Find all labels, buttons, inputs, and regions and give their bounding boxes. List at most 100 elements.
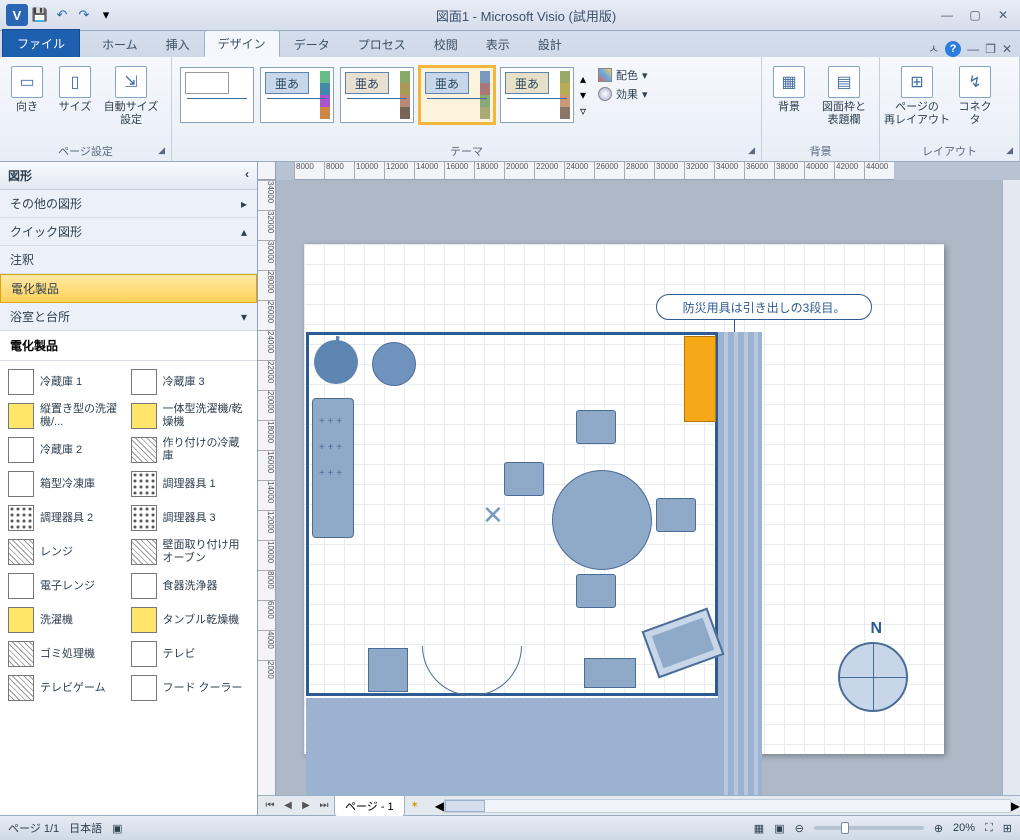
shape-item[interactable]: 電子レンジ [6, 569, 129, 603]
minimize-button[interactable]: — [938, 6, 956, 24]
zoom-out-button[interactable]: ⊖ [795, 822, 804, 835]
shape-item[interactable]: テレビ [129, 637, 252, 671]
theme-swatch-3[interactable]: 亜あ [340, 67, 414, 123]
sheet-tab[interactable]: ページ - 1 [334, 795, 405, 816]
tab-design[interactable]: デザイン [204, 30, 280, 57]
shape-item[interactable]: 洗濯機 [6, 603, 129, 637]
sheet-add[interactable]: ✶ [407, 798, 423, 814]
shape-item[interactable]: 冷蔵庫 2 [6, 433, 129, 467]
autosize-button[interactable]: ⇲自動サイズ 設定 [100, 63, 162, 129]
doc-close-icon[interactable]: ✕ [1002, 42, 1012, 56]
colors-button[interactable]: 配色▾ [598, 67, 648, 83]
chair-left[interactable] [504, 462, 544, 496]
themes-launcher[interactable]: ◢ [748, 145, 755, 156]
view-normal-icon[interactable]: ▦ [754, 822, 764, 835]
shape-item[interactable]: フード クーラー [129, 671, 252, 705]
doc-minimize-icon[interactable]: — [967, 42, 979, 56]
cabinet-highlighted[interactable] [684, 336, 716, 422]
shapes-pane-collapse[interactable]: ‹ [245, 167, 249, 184]
shape-item[interactable]: レンジ [6, 535, 129, 569]
shape-item[interactable]: テレビゲーム [6, 671, 129, 705]
sofa-shape[interactable] [312, 398, 354, 538]
orientation-button[interactable]: ▭向き [4, 63, 50, 117]
maximize-button[interactable]: ▢ [966, 6, 984, 24]
striped-wall[interactable] [718, 332, 762, 795]
furniture-1[interactable] [368, 648, 408, 692]
sheet-nav-prev[interactable]: ◀ [280, 798, 296, 814]
zoom-slider[interactable] [814, 826, 924, 830]
theme-swatch-selected[interactable]: 亜あ [420, 67, 494, 123]
background-button[interactable]: ▦背景 [766, 63, 812, 117]
tab-plan[interactable]: 設計 [524, 31, 576, 57]
ribbon-minimize-icon[interactable]: ㅅ [928, 40, 939, 57]
porch-area[interactable] [306, 698, 718, 795]
sheet-nav-last[interactable]: ⏭ [316, 798, 332, 814]
shape-item[interactable]: 箱型冷凍庫 [6, 467, 129, 501]
round-table-large[interactable] [552, 470, 652, 570]
section-other-shapes[interactable]: その他の図形▸ [0, 190, 257, 218]
shape-item[interactable]: 食器洗浄器 [129, 569, 252, 603]
view-fullscreen-icon[interactable]: ▣ [774, 822, 784, 835]
redo-button[interactable]: ↷ [74, 5, 94, 25]
shape-item[interactable]: 一体型洗濯機/乾燥機 [129, 399, 252, 433]
fit-page-icon[interactable]: ⛶ [985, 822, 993, 835]
tab-view[interactable]: 表示 [472, 31, 524, 57]
page-setup-launcher[interactable]: ◢ [158, 145, 165, 156]
theme-swatch-1[interactable] [180, 67, 254, 123]
sun-decoration[interactable] [316, 342, 356, 382]
app-icon[interactable]: V [6, 4, 28, 26]
drawing-page[interactable]: 防災用具は引き出しの3段目。 ✕ [304, 244, 944, 754]
tab-data[interactable]: データ [280, 31, 344, 57]
save-button[interactable]: 💾 [30, 5, 50, 25]
callout-shape[interactable]: 防災用具は引き出しの3段目。 [656, 294, 872, 320]
relayout-button[interactable]: ⊞ページの 再レイアウト [884, 63, 950, 129]
doc-restore-icon[interactable]: ❐ [985, 42, 996, 56]
size-button[interactable]: ▯サイズ [52, 63, 98, 117]
compass-shape[interactable] [838, 642, 908, 712]
drawing-canvas[interactable]: 防災用具は引き出しの3段目。 ✕ [276, 180, 1002, 795]
tab-insert[interactable]: 挿入 [152, 31, 204, 57]
shape-item[interactable]: 縦置き型の洗濯機/... [6, 399, 129, 433]
shape-item[interactable]: 調理器具 3 [129, 501, 252, 535]
section-bath-kitchen[interactable]: 浴室と台所▾ [0, 303, 257, 331]
furniture-2[interactable] [584, 658, 636, 688]
chair-bottom[interactable] [576, 574, 616, 608]
tab-home[interactable]: ホーム [88, 31, 152, 57]
vertical-scrollbar[interactable] [1002, 180, 1020, 795]
horizontal-scrollbar[interactable]: ◀▶ [435, 796, 1020, 815]
section-electronics[interactable]: 電化製品 [0, 274, 257, 303]
shape-item[interactable]: 壁面取り付け用オーブン [129, 535, 252, 569]
zoom-in-button[interactable]: ⊕ [934, 822, 943, 835]
shape-item[interactable]: 調理器具 2 [6, 501, 129, 535]
shape-item[interactable]: ゴミ処理機 [6, 637, 129, 671]
tab-review[interactable]: 校閲 [420, 31, 472, 57]
layout-launcher[interactable]: ◢ [1006, 145, 1013, 156]
shape-item[interactable]: 冷蔵庫 3 [129, 365, 252, 399]
shape-item[interactable]: タンブル乾燥機 [129, 603, 252, 637]
theme-gallery[interactable]: 亜あ 亜あ 亜あ 亜あ ▴▾▿ [176, 63, 590, 127]
border-title-button[interactable]: ▤図面枠と 表題欄 [814, 63, 874, 129]
round-table-small[interactable] [372, 342, 416, 386]
shape-item[interactable]: 冷蔵庫 1 [6, 365, 129, 399]
status-record-icon[interactable]: ▣ [112, 822, 122, 835]
theme-gallery-more[interactable]: ▴▾▿ [580, 72, 586, 118]
section-notes[interactable]: 注釈 [0, 246, 257, 274]
zoom-level[interactable]: 20% [953, 822, 975, 834]
effects-button[interactable]: 効果▾ [598, 86, 648, 102]
connector-button[interactable]: ↯コネクタ [952, 63, 998, 129]
tab-file[interactable]: ファイル [2, 29, 80, 57]
shape-item[interactable]: 作り付けの冷蔵庫 [129, 433, 252, 467]
switch-window-icon[interactable]: ⊞ [1003, 822, 1012, 835]
tab-process[interactable]: プロセス [344, 31, 420, 57]
help-icon[interactable]: ? [945, 41, 961, 57]
x-marker[interactable]: ✕ [482, 500, 504, 531]
sheet-nav-first[interactable]: ⏮ [262, 798, 278, 814]
qat-customize[interactable]: ▾ [96, 5, 116, 25]
section-quick-shapes[interactable]: クイック図形▴ [0, 218, 257, 246]
theme-swatch-5[interactable]: 亜あ [500, 67, 574, 123]
undo-button[interactable]: ↶ [52, 5, 72, 25]
sheet-nav-next[interactable]: ▶ [298, 798, 314, 814]
close-button[interactable]: ✕ [994, 6, 1012, 24]
chair-top[interactable] [576, 410, 616, 444]
theme-swatch-2[interactable]: 亜あ [260, 67, 334, 123]
